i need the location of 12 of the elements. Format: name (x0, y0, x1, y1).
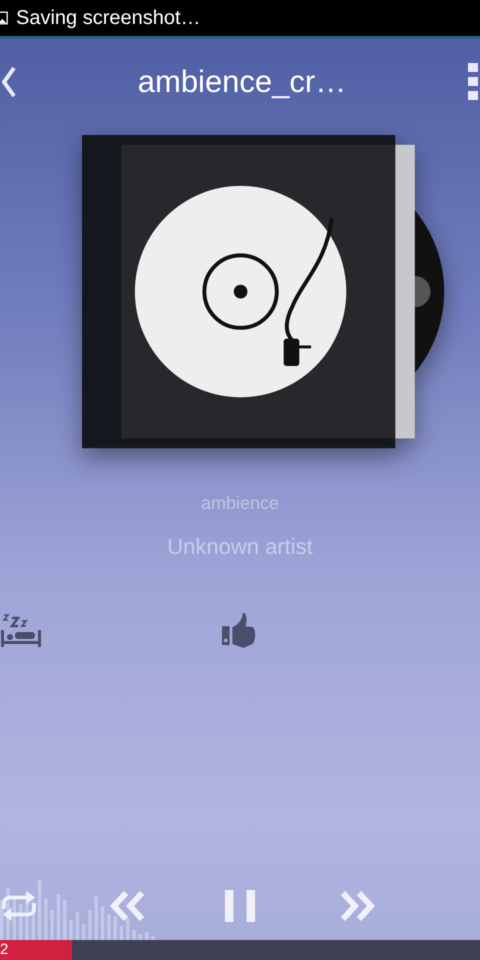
image-icon (0, 10, 8, 26)
sleep-timer-icon[interactable] (0, 612, 42, 648)
track-title: ambience_cr… (138, 64, 346, 100)
rewind-icon[interactable] (108, 890, 146, 922)
progress-track[interactable]: 2 (0, 940, 480, 960)
thumbs-up-icon[interactable] (222, 611, 256, 649)
back-icon[interactable] (2, 66, 16, 98)
menu-icon[interactable] (468, 63, 478, 101)
notification-text: Saving screenshot… (16, 6, 201, 30)
repeat-icon[interactable] (0, 890, 38, 922)
fast-forward-icon[interactable] (339, 890, 377, 922)
elapsed-time: 2 (0, 940, 8, 960)
